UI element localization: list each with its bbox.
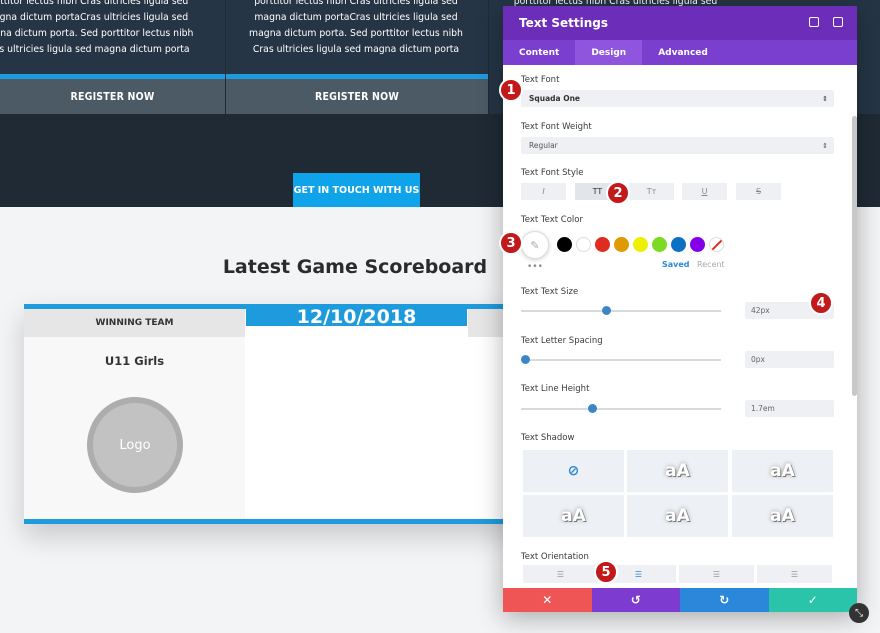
shadow-preset-2[interactable]: aA [732, 450, 833, 492]
tab-advanced[interactable]: Advanced [642, 40, 724, 65]
text-font-select[interactable]: Squada One ⇕ [521, 90, 834, 107]
no-color-swatch[interactable] [709, 237, 724, 252]
color-swatch[interactable] [576, 237, 591, 252]
text-font-style-label: Text Font Style [521, 168, 584, 178]
text-font-label: Text Font [521, 75, 560, 85]
select-arrows-icon: ⇕ [822, 141, 828, 150]
page: porttitor lectus nibh Cras ultricies lig… [0, 0, 880, 633]
shadow-preset-3[interactable]: aA [523, 495, 624, 537]
undo-button[interactable]: ↺ [591, 588, 680, 612]
panel-scrollbar[interactable] [852, 116, 857, 396]
hero-column-1-text: porttitor lectus nibh Cras ultricies lig… [0, 0, 194, 55]
color-swatch[interactable] [633, 237, 648, 252]
step-marker-2: 2 [606, 181, 630, 205]
saved-colors-tab[interactable]: Saved [662, 260, 690, 269]
cancel-button[interactable]: ✕ [503, 588, 592, 612]
panel-footer: ✕ ↺ ↻ ✓ [503, 588, 857, 612]
underline-button[interactable]: U [682, 183, 727, 200]
color-swatch[interactable] [652, 237, 667, 252]
align-right-icon[interactable]: ☰ [679, 565, 754, 583]
register-now-button[interactable]: REGISTER NOW [0, 79, 225, 114]
line-height-label: Text Line Height [521, 384, 590, 394]
color-swatch[interactable] [595, 237, 610, 252]
panel-body: Text Font Squada One ⇕ Text Font Weight … [503, 65, 857, 588]
tab-design[interactable]: Design [575, 40, 643, 65]
capitalize-button[interactable]: Tт [629, 183, 674, 200]
redo-button[interactable]: ↻ [680, 588, 769, 612]
game-date: 12/10/2018 [246, 309, 467, 326]
sidebar-toggle-icon[interactable] [833, 17, 843, 27]
text-font-weight-value: Regular [529, 141, 558, 150]
text-orientation-label: Text Orientation [521, 552, 589, 562]
color-swatch[interactable] [671, 237, 686, 252]
text-size-slider-knob[interactable] [601, 306, 611, 315]
more-colors-icon[interactable]: ••• [527, 262, 543, 272]
text-font-weight-label: Text Font Weight [521, 122, 592, 132]
italic-button[interactable]: I [521, 183, 566, 200]
scoreboard-bottom-border [24, 519, 524, 524]
text-settings-panel: Text Settings Content Design Advanced Te… [503, 6, 857, 612]
team-logo: Logo [87, 397, 183, 493]
letter-spacing-label: Text Letter Spacing [521, 336, 603, 346]
letter-spacing-slider-knob[interactable] [521, 355, 530, 364]
panel-title: Text Settings [519, 16, 609, 30]
text-size-slider[interactable] [521, 306, 721, 315]
save-button[interactable]: ✓ [768, 588, 857, 612]
scoreboard-heading: Latest Game Scoreboard [222, 256, 488, 278]
align-left-icon[interactable]: ☰ [523, 565, 598, 583]
panel-header: Text Settings [503, 6, 857, 40]
color-swatch[interactable] [557, 237, 572, 252]
shadow-preset-1[interactable]: aA [627, 450, 728, 492]
fullscreen-icon[interactable] [809, 17, 819, 27]
line-height-input[interactable]: 1.7em [745, 400, 834, 417]
step-marker-3: 3 [499, 231, 523, 255]
letter-spacing-slider[interactable] [521, 355, 721, 364]
no-shadow-icon[interactable]: ⊘ [523, 450, 624, 492]
team-logo-label: Logo [119, 437, 151, 453]
color-swatch[interactable] [614, 237, 629, 252]
hero-column-2-text: porttitor lectus nibh Cras ultricies lig… [249, 0, 463, 55]
step-marker-4: 4 [809, 291, 833, 315]
line-height-slider[interactable] [521, 404, 721, 413]
color-swatch[interactable] [690, 237, 705, 252]
align-justify-icon[interactable]: ☰ [757, 565, 832, 583]
team-name: U11 Girls [104, 354, 165, 368]
register-now-button[interactable]: REGISTER NOW [226, 79, 488, 114]
strikethrough-button[interactable]: S [736, 183, 781, 200]
panel-tabs: Content Design Advanced [503, 40, 857, 65]
recent-colors-tab[interactable]: Recent [697, 260, 725, 269]
text-size-label: Text Text Size [521, 287, 579, 297]
text-font-value: Squada One [529, 94, 581, 103]
resize-handle-icon[interactable]: ⤡ [849, 603, 869, 623]
step-marker-1: 1 [499, 78, 523, 102]
winning-team-box: WINNING TEAM U11 Girls Logo [24, 309, 245, 519]
line-height-slider-knob[interactable] [588, 404, 598, 413]
scoreboard-card: WINNING TEAM U11 Girls Logo 12/10/2018 [24, 304, 524, 524]
text-shadow-label: Text Shadow [521, 433, 575, 443]
winning-team-label: WINNING TEAM [24, 309, 245, 337]
color-picker-icon[interactable]: ✎ [521, 231, 549, 259]
get-in-touch-button[interactable]: GET IN TOUCH WITH US [293, 173, 420, 207]
text-font-weight-select[interactable]: Regular ⇕ [521, 137, 834, 154]
tab-content[interactable]: Content [503, 40, 575, 65]
select-arrows-icon: ⇕ [822, 94, 828, 103]
text-color-label: Text Text Color [521, 215, 583, 225]
shadow-preset-4[interactable]: aA [627, 495, 728, 537]
letter-spacing-input[interactable]: 0px [745, 351, 834, 368]
step-marker-5: 5 [594, 560, 618, 584]
shadow-preset-5[interactable]: aA [732, 495, 833, 537]
